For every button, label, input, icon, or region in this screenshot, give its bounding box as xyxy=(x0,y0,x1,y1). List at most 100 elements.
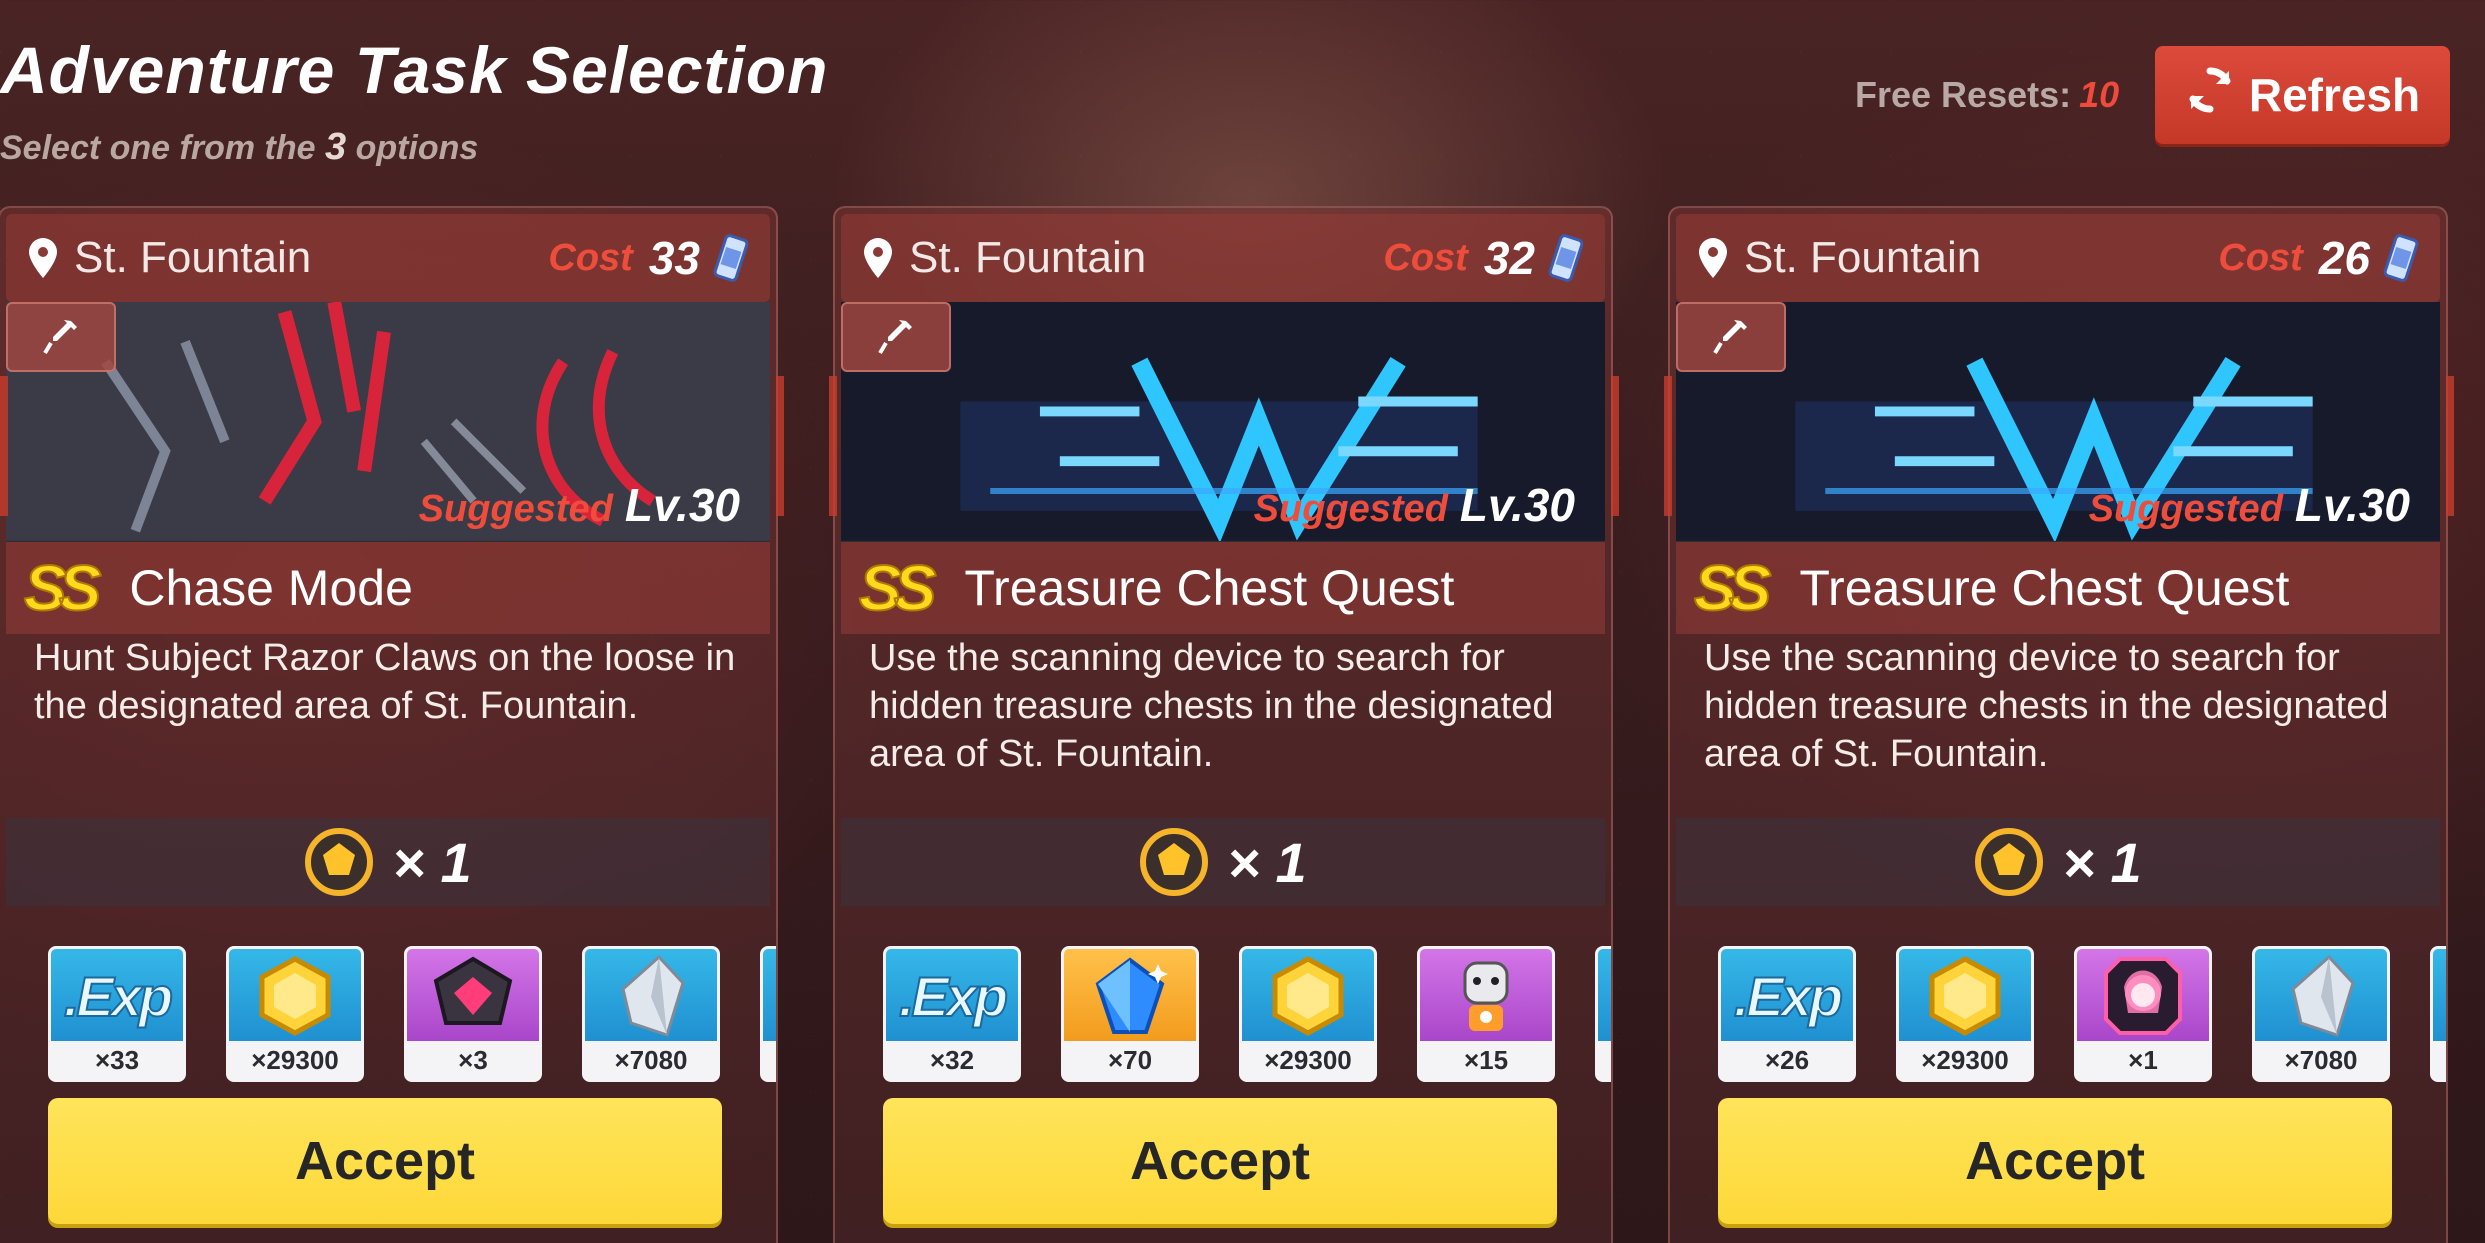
task-card-1[interactable]: St. Fountain Cost 33 Suggested Lv.30 SS C… xyxy=(0,206,778,1243)
reward-item-partial[interactable] xyxy=(1595,946,1611,1082)
item-count: ×3 xyxy=(407,1041,539,1079)
refresh-icon xyxy=(2185,65,2235,126)
reward-item-partial[interactable] xyxy=(2430,946,2446,1082)
reward-item[interactable]: ×7080 xyxy=(2252,946,2390,1082)
task-card-2[interactable]: St. Fountain Cost 32 Suggested Lv.30 SS T… xyxy=(833,206,1613,1243)
card-edge-marker xyxy=(776,376,784,516)
subtitle-suffix: options xyxy=(355,129,479,167)
syringe-icon xyxy=(43,320,77,355)
mode-name: Treasure Chest Quest xyxy=(1799,560,2290,616)
reward-items: .Exp ×33 ×29300 ×3 ×7080 xyxy=(48,946,776,1082)
reward-item[interactable]: ×7080 xyxy=(582,946,720,1082)
reward-item[interactable]: .Exp ×26 xyxy=(1718,946,1856,1082)
reward-bar: × 1 xyxy=(1676,818,2440,906)
crystal-shard-icon xyxy=(621,954,685,1037)
option-count: 3 xyxy=(324,126,347,168)
reward-item[interactable]: .Exp ×32 xyxy=(883,946,1021,1082)
card-location: St. Fountain xyxy=(909,233,1147,282)
reward-bar: × 1 xyxy=(841,818,1605,906)
medal-icon xyxy=(1975,828,2044,896)
syringe-icon xyxy=(878,320,912,355)
accept-button[interactable]: Accept xyxy=(883,1098,1557,1224)
mecha-figure-icon xyxy=(1463,961,1509,1031)
suggested-value: Lv.30 xyxy=(624,479,740,531)
card-edge-marker xyxy=(2446,376,2454,516)
stamina-can-icon xyxy=(713,234,749,282)
reward-item[interactable]: ×15 xyxy=(1417,946,1555,1082)
subtitle-prefix: Select one from the xyxy=(0,129,316,167)
character-portrait-icon xyxy=(2104,957,2182,1035)
task-description: Use the scanning device to search for hi… xyxy=(869,637,1554,775)
mode-name: Treasure Chest Quest xyxy=(964,560,1455,616)
item-count: ×33 xyxy=(51,1041,183,1079)
item-count: ×15 xyxy=(1420,1041,1552,1079)
task-card-3[interactable]: St. Fountain Cost 26 Suggested Lv.30 SS T… xyxy=(1668,206,2448,1243)
reward-item[interactable]: ×3 xyxy=(404,946,542,1082)
mode-bar: SS Treasure Chest Quest xyxy=(841,542,1605,634)
reward-quantity: × 1 xyxy=(2062,830,2142,894)
reward-item[interactable]: .Exp ×33 xyxy=(48,946,186,1082)
item-count: ×7080 xyxy=(585,1041,717,1079)
tool-badge xyxy=(1676,302,1786,372)
mode-bar: SS Chase Mode xyxy=(6,542,770,634)
refresh-button[interactable]: Refresh xyxy=(2155,46,2450,144)
rank-badge: SS xyxy=(858,551,937,625)
accept-button[interactable]: Accept xyxy=(1718,1098,2392,1224)
free-resets-value: 10 xyxy=(2079,74,2120,115)
tool-badge xyxy=(841,302,951,372)
item-count: ×29300 xyxy=(1899,1041,2031,1079)
gold-coin-icon xyxy=(1929,956,2001,1036)
location-pin-icon xyxy=(29,238,57,278)
tool-badge xyxy=(6,302,116,372)
card-edge-marker xyxy=(1611,376,1619,516)
page-title: Adventure Task Selection xyxy=(0,33,829,107)
reward-item[interactable]: ×29300 xyxy=(226,946,364,1082)
gold-coin-icon xyxy=(259,956,331,1036)
cost-value: 26 xyxy=(2318,232,2370,284)
suggested-level: Suggested Lv.30 xyxy=(419,478,740,532)
cost-value: 33 xyxy=(648,232,700,284)
syringe-icon xyxy=(1713,320,1747,355)
reward-bar: × 1 xyxy=(6,818,770,906)
suggested-value: Lv.30 xyxy=(2294,479,2410,531)
reward-item[interactable]: ×70 xyxy=(1061,946,1199,1082)
medal-icon xyxy=(1140,828,1209,896)
exp-icon: .Exp xyxy=(1733,964,1844,1029)
suggested-label: Suggested xyxy=(1253,488,1448,530)
reward-item[interactable]: ×29300 xyxy=(1239,946,1377,1082)
item-count: ×7080 xyxy=(2255,1041,2387,1079)
location-pin-icon xyxy=(864,238,892,278)
cost-label: Cost xyxy=(548,236,633,279)
mode-bar: SS Treasure Chest Quest xyxy=(1676,542,2440,634)
suggested-label: Suggested xyxy=(2088,488,2283,530)
stamina-can-icon xyxy=(1548,234,1584,282)
stamina-can-icon xyxy=(2383,234,2419,282)
reward-item-partial[interactable] xyxy=(760,946,776,1082)
card-edge-marker xyxy=(1664,376,1672,516)
reward-items: .Exp ×32 ×70 ×29300 ×15 xyxy=(883,946,1611,1082)
suggested-level: Suggested Lv.30 xyxy=(1254,478,1575,532)
item-count: ×32 xyxy=(886,1041,1018,1079)
card-header: St. Fountain Cost 32 xyxy=(841,214,1605,302)
reward-item[interactable]: ×1 xyxy=(2074,946,2212,1082)
mode-name: Chase Mode xyxy=(129,560,413,616)
purple-chip-icon xyxy=(433,956,513,1025)
cost-label: Cost xyxy=(1383,236,1468,279)
reward-item[interactable]: ×29300 xyxy=(1896,946,2034,1082)
gold-coin-icon xyxy=(1272,956,1344,1036)
reward-quantity: × 1 xyxy=(1227,830,1307,894)
mission-banner: Suggested Lv.30 xyxy=(1676,302,2440,542)
exp-icon: .Exp xyxy=(898,964,1009,1029)
item-count: ×29300 xyxy=(229,1041,361,1079)
exp-icon: .Exp xyxy=(63,964,174,1029)
refresh-label: Refresh xyxy=(2248,69,2421,121)
card-location: St. Fountain xyxy=(1744,233,1982,282)
blue-crystal-icon xyxy=(1095,957,1168,1034)
card-header: St. Fountain Cost 33 xyxy=(6,214,770,302)
accept-button[interactable]: Accept xyxy=(48,1098,722,1224)
rank-badge: SS xyxy=(1693,551,1772,625)
free-resets: Free Resets: 10 xyxy=(1855,74,2119,116)
reward-quantity: × 1 xyxy=(392,830,472,894)
suggested-level: Suggested Lv.30 xyxy=(2089,478,2410,532)
card-edge-marker xyxy=(0,376,8,516)
